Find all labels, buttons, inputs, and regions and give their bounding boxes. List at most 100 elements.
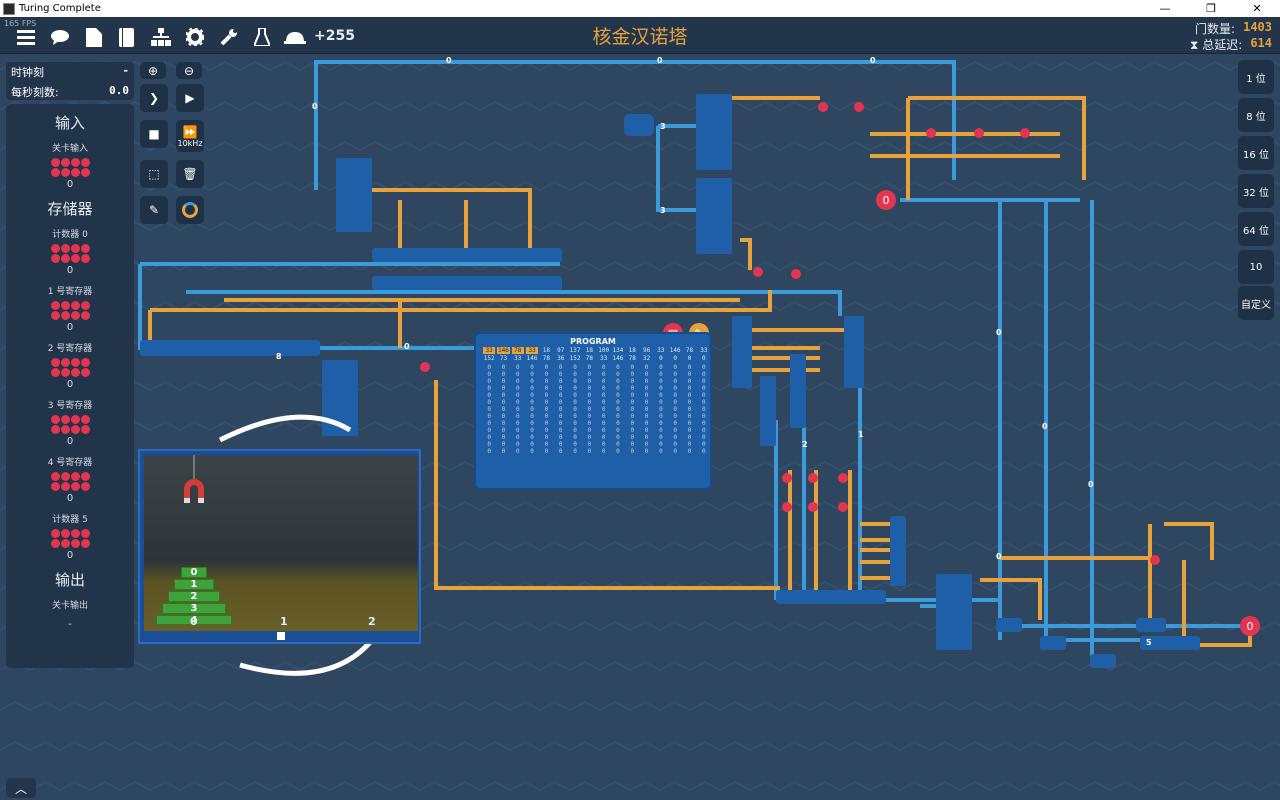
level-input-value: 0 bbox=[66, 179, 74, 190]
register-item[interactable]: 1 号寄存器 0 bbox=[6, 284, 134, 333]
wire-value: 0 bbox=[404, 342, 410, 351]
wire-value: 0 bbox=[657, 56, 663, 65]
flask-icon[interactable] bbox=[251, 26, 273, 48]
chevron-up-icon: ︿ bbox=[14, 781, 27, 796]
level-title: 核金汉诺塔 bbox=[592, 26, 688, 48]
program-component[interactable]: PROGRAM 33 146 78 33 18 97 137 18 100 134 18 96 33 14… bbox=[474, 332, 712, 490]
output-indicator[interactable]: 0 bbox=[1240, 616, 1260, 636]
memory-row: 0000000000000000 bbox=[487, 427, 706, 434]
wire-value: 0 bbox=[1088, 480, 1094, 489]
peg-label: 2 bbox=[368, 615, 376, 628]
register-item[interactable]: 4 号寄存器 0 bbox=[6, 455, 134, 504]
chat-icon[interactable] bbox=[49, 26, 71, 48]
memory-row: 0000000000000000 bbox=[487, 392, 706, 399]
total-delay: ⧗ 总延迟: 614 bbox=[1190, 36, 1272, 52]
output-title: 输出 bbox=[54, 571, 85, 589]
tick-value: - bbox=[122, 64, 129, 77]
zoom-out-button[interactable]: ⊖ bbox=[176, 62, 202, 79]
register-item[interactable]: 计数器 50 bbox=[6, 512, 134, 561]
color-ring-icon bbox=[182, 202, 198, 218]
level-output-label: 关卡输出 bbox=[51, 601, 88, 611]
gear-icon[interactable] bbox=[184, 26, 206, 48]
clock-panel: 时钟刻 - 每秒刻数: 0.0 bbox=[6, 62, 134, 100]
wire-value: 0 bbox=[870, 56, 876, 65]
maximize-button[interactable]: ❐ bbox=[1188, 0, 1234, 17]
fast-forward-button[interactable]: ⏩ 10kHz bbox=[176, 120, 204, 152]
step-button[interactable]: ❯ bbox=[140, 84, 168, 112]
bit-width-10[interactable]: 10 bbox=[1238, 250, 1274, 284]
level-input-label: 关卡输入 bbox=[51, 144, 88, 154]
expand-panel-button[interactable]: ︿ bbox=[6, 778, 36, 798]
memory-row: 0000000000000000 bbox=[487, 413, 706, 420]
stop-button[interactable]: ■ bbox=[140, 120, 168, 148]
bit-width-64[interactable]: 64 位 bbox=[1238, 212, 1274, 246]
zoom-out-icon: ⊖ bbox=[183, 63, 195, 78]
bit-width-8[interactable]: 8 位 bbox=[1238, 98, 1274, 132]
gate-count: 门数量: 1403 bbox=[1195, 20, 1272, 36]
program-memory-grid: 0000000000000000000000000000000000000000… bbox=[476, 364, 710, 455]
wire-value: 8 bbox=[276, 352, 282, 361]
file-icon[interactable] bbox=[83, 26, 105, 48]
memory-row: 0000000000000000 bbox=[487, 385, 706, 392]
wire-value: 1 bbox=[858, 430, 864, 439]
hanoi-display: 0 1 2 3 4 0 1 2 bbox=[138, 449, 421, 644]
book-icon[interactable] bbox=[116, 26, 138, 48]
app-icon bbox=[3, 2, 15, 15]
register-item[interactable]: 2 号寄存器 0 bbox=[6, 341, 134, 390]
hanoi-disk: 3 bbox=[162, 603, 226, 614]
wire-value: 0 bbox=[312, 102, 318, 111]
program-row: 33 146 78 33 18 97 137 18 100 134 18 96 33 146 78 33 bbox=[476, 347, 710, 354]
select-button[interactable]: ⬚ bbox=[140, 160, 168, 188]
hierarchy-icon[interactable] bbox=[150, 26, 172, 48]
display-toggle-icon[interactable] bbox=[277, 632, 285, 640]
menu-icon[interactable] bbox=[15, 26, 37, 48]
wire-value: 0 bbox=[996, 328, 1002, 337]
wire-value: 0 bbox=[1042, 422, 1048, 431]
tick-label: 时钟刻 bbox=[11, 66, 44, 79]
score-counter: +255 bbox=[314, 28, 355, 44]
top-toolbar: 165 FPS +255 核金汉诺塔 门数量: 1403 ⧗ 总延迟: 614 bbox=[0, 17, 1280, 54]
pencil-button[interactable]: ✎ bbox=[140, 196, 168, 224]
pencil-icon: ✎ bbox=[148, 203, 160, 217]
rate-value: 0.0 bbox=[109, 84, 129, 97]
wire-value: 3 bbox=[660, 206, 666, 215]
bit-width-32[interactable]: 32 位 bbox=[1238, 174, 1274, 208]
memory-row: 0000000000000000 bbox=[487, 441, 706, 448]
level-input-pins[interactable] bbox=[6, 158, 134, 177]
minimize-button[interactable]: — bbox=[1142, 0, 1188, 17]
wrench-icon[interactable] bbox=[218, 26, 240, 48]
play-icon: ▶ bbox=[185, 91, 195, 105]
register-item[interactable]: 计数器 00 bbox=[6, 227, 134, 276]
stop-icon: ■ bbox=[148, 127, 160, 141]
peg-label: 0 bbox=[190, 615, 198, 628]
hanoi-scene: 0 1 2 3 4 0 1 2 bbox=[144, 455, 418, 631]
memory-row: 0000000000000000 bbox=[487, 378, 706, 385]
storage-title: 存储器 bbox=[47, 200, 93, 218]
zoom-in-button[interactable]: ⊕ bbox=[140, 62, 166, 79]
memory-row: 0000000000000000 bbox=[487, 420, 706, 427]
hourglass-icon: ⧗ 总延迟: bbox=[1190, 38, 1243, 52]
trash-icon: 🗑 bbox=[182, 167, 198, 181]
window-title: Turing Complete bbox=[19, 3, 101, 14]
register-list: 计数器 00 1 号寄存器 0 2 号寄存器 0 3 号寄存器 0 4 号寄存器 0 计… bbox=[6, 227, 134, 561]
memory-row: 0000000000000000 bbox=[487, 434, 706, 441]
memory-row: 0000000000000000 bbox=[487, 364, 706, 371]
bit-width-1[interactable]: 1 位 bbox=[1238, 60, 1274, 94]
wire-value: 5 bbox=[1146, 638, 1152, 647]
memory-row: 0000000000000000 bbox=[487, 399, 706, 406]
play-button[interactable]: ▶ bbox=[176, 84, 204, 112]
select-icon: ⬚ bbox=[148, 167, 160, 181]
bit-width-custom[interactable]: 自定义 bbox=[1238, 286, 1274, 320]
wire-value: 0 bbox=[996, 552, 1002, 561]
close-button[interactable]: ✕ bbox=[1234, 0, 1280, 17]
chevron-right-icon: ❯ bbox=[148, 91, 160, 105]
bit-width-16[interactable]: 16 位 bbox=[1238, 136, 1274, 170]
register-item[interactable]: 3 号寄存器 0 bbox=[6, 398, 134, 447]
output-indicator[interactable]: 0 bbox=[876, 190, 896, 210]
color-button[interactable] bbox=[176, 196, 204, 224]
peg-label: 1 bbox=[280, 615, 288, 628]
hanoi-disk: 0 bbox=[181, 567, 207, 578]
program-title: PROGRAM bbox=[570, 337, 616, 346]
delete-button[interactable]: 🗑 bbox=[176, 160, 204, 188]
hat-icon[interactable] bbox=[284, 26, 306, 48]
